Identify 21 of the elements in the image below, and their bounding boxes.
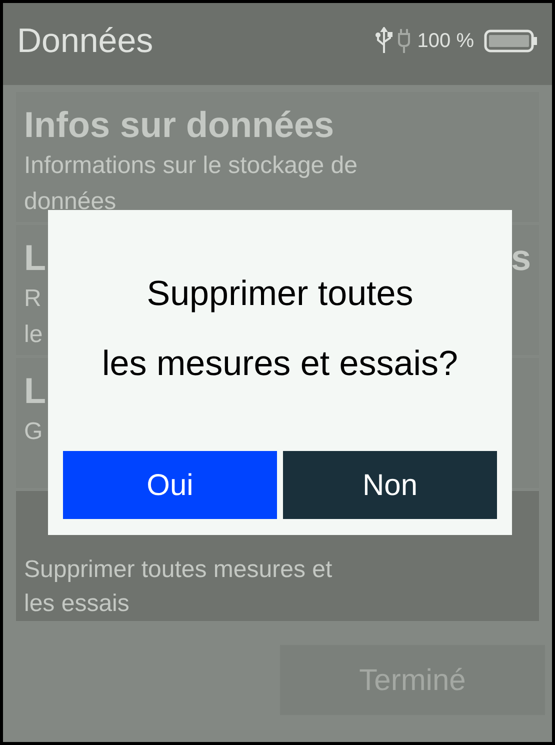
item-description: G (24, 420, 43, 444)
dialog-button[interactable]: Non (283, 451, 497, 519)
dialog-button[interactable]: Oui (63, 451, 277, 519)
item-description: R (24, 287, 42, 311)
item-title: L (24, 373, 46, 409)
screen-title: Données (17, 20, 154, 62)
item-description: le (24, 323, 43, 347)
item-title: s (510, 240, 531, 276)
item-description: données (24, 190, 116, 214)
item-title: L (24, 240, 46, 276)
dialog-message: Supprimer toutes (146, 276, 414, 315)
item-description: Supprimer toutes mesures et (24, 558, 332, 582)
battery-icon (484, 29, 538, 53)
battery-percent: 100 % (417, 29, 474, 54)
dialog-message: les mesures et essais? (102, 346, 458, 385)
plug-icon (397, 28, 412, 54)
item-description: les essais (24, 592, 130, 616)
usb-icon (375, 27, 394, 55)
list-item[interactable]: Infos sur données Informations sur le stockage de données (16, 92, 539, 222)
item-title: Infos sur données (24, 107, 334, 143)
item-description: Informations sur le stockage de (24, 154, 358, 178)
